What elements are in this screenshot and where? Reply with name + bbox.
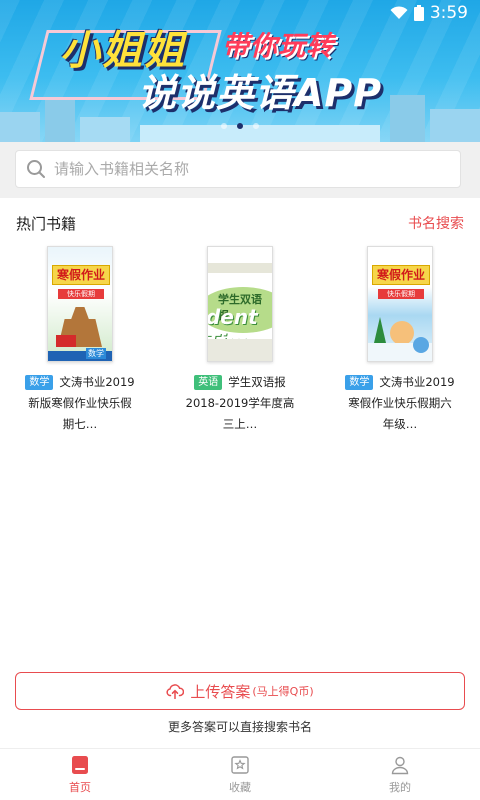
star-icon [231,756,249,774]
subject-tag: 英语 [194,375,223,390]
carousel-dot[interactable] [221,123,227,129]
bottom-tab-bar: 首页 收藏 我的 [0,748,480,800]
book-caption[interactable]: 英语 学生双语报2018-2019学年度高三上… [185,372,295,435]
book-card[interactable]: 寒假作业 快乐假期 数学 数学 文涛书业2019新版寒假作业快乐假期七… [0,246,160,435]
cover-bottom-band [208,339,272,361]
subject-tag: 数学 [25,375,54,390]
search-input[interactable] [54,160,434,178]
cover-tree-illustration [374,317,386,343]
cover-bottom-bar: 数学 [48,348,112,361]
carousel-dot-active[interactable] [237,123,243,129]
carousel-indicator [0,123,480,129]
banner-headline-3: 说说英语APP [138,71,383,115]
upload-label: 上传答案 [190,682,251,701]
tab-label: 首页 [69,781,91,794]
upload-sublabel: (马上得Q币) [252,685,314,698]
book-card[interactable]: 寒假作业 快乐假期 数学 文涛书业2019寒假作业快乐假期六年级… [320,246,480,435]
status-bar: 3:59 [390,3,468,23]
cloud-upload-icon [166,684,185,699]
upload-answers-button[interactable]: 上传答案 (马上得Q币) [15,672,465,710]
tab-home[interactable]: 首页 [0,749,160,800]
cover-bus-illustration [56,335,76,347]
tab-favorites[interactable]: 收藏 [160,749,320,800]
cover-subtitle: 快乐假期 [378,289,424,299]
cover-header-band [208,263,272,273]
search-box[interactable] [15,150,461,188]
tab-profile[interactable]: 我的 [320,749,480,800]
book-cover[interactable]: 寒假作业 快乐假期 数学 [47,246,113,362]
wifi-icon [390,6,408,19]
user-icon [391,756,409,775]
book-cover[interactable]: 寒假作业 快乐假期 [367,246,433,362]
book-card[interactable]: 学生双语报 dent Tim 英语学生双语报2018-2019学年度高三上… [160,246,320,435]
book-caption[interactable]: 数学 文涛书业2019新版寒假作业快乐假期七… [25,372,135,435]
home-book-icon [72,756,88,774]
hot-books-title: 热门书籍 [16,214,77,233]
cover-title: 寒假作业 [52,265,110,285]
battery-icon [413,5,424,21]
status-time: 3:59 [429,3,468,23]
cover-title: 寒假作业 [372,265,430,285]
book-caption[interactable]: 数学 文涛书业2019寒假作业快乐假期六年级… [345,372,455,435]
search-section [0,142,480,198]
carousel-dot[interactable] [253,123,259,129]
hot-books-list: 寒假作业 快乐假期 数学 数学 文涛书业2019新版寒假作业快乐假期七… 学生双语… [0,246,480,435]
tab-label: 我的 [389,781,411,794]
book-cover[interactable]: 学生双语报 dent Tim [207,246,273,362]
cover-subtitle: 快乐假期 [58,289,104,299]
search-icon [27,160,45,178]
subject-tag: 数学 [345,375,374,390]
promo-banner[interactable]: 小姐姐 带你玩转 说说英语APP 3:59 [0,0,480,142]
search-hint-text: 更多答案可以直接搜索书名 [167,720,312,734]
banner-headline-2: 带你玩转 [222,31,334,62]
tab-label: 收藏 [229,781,251,794]
cover-badge [413,337,429,353]
cover-kid-illustration [390,321,414,345]
hot-books-header: 热门书籍 书名搜索 [16,212,464,234]
cover-badge: 数学 [86,348,106,359]
search-by-title-link[interactable]: 书名搜索 [408,213,464,233]
